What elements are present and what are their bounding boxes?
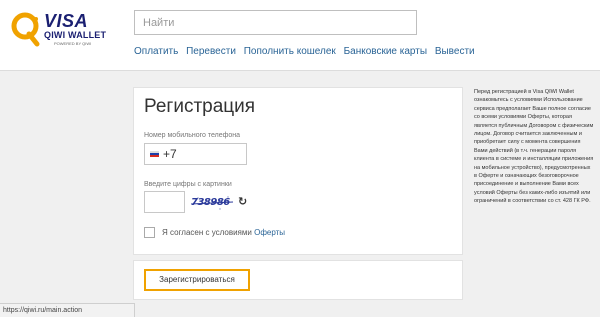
nav-top-up-link[interactable]: Пополнить кошелек (244, 46, 336, 57)
status-bar-url: https://qiwi.ru/main.action (0, 303, 135, 317)
captcha-image: 738986 (190, 192, 234, 214)
phone-field[interactable]: +7 (144, 143, 247, 165)
submit-panel: Зарегистрироваться (133, 260, 463, 300)
russia-flag-icon (150, 151, 159, 157)
agree-row: Я согласен с условиями Оферты (144, 227, 285, 238)
registration-form: Регистрация Номер мобильного телефона +7… (133, 87, 463, 255)
page-title: Регистрация (144, 96, 256, 117)
refresh-icon[interactable]: ↻ (238, 195, 247, 208)
logo-tagline: POWERED BY QIWI (54, 41, 92, 46)
site-header: VISA QIWI WALLET POWERED BY QIWI Оплатит… (0, 0, 600, 71)
captcha-input[interactable] (144, 191, 185, 213)
nav-transfer-link[interactable]: Перевести (186, 46, 236, 57)
main-nav: Оплатить Перевести Пополнить кошелек Бан… (134, 46, 480, 57)
qiwi-q-logo-icon (11, 12, 40, 47)
captcha-label: Введите цифры с картинки (144, 181, 232, 188)
nav-pay-link[interactable]: Оплатить (134, 46, 178, 57)
nav-bank-cards-link[interactable]: Банковские карты (344, 46, 427, 57)
captcha-text: 738986 (191, 197, 230, 208)
terms-text: Перед регистрацией в Visa QIWI Wallet оз… (474, 89, 594, 205)
register-button[interactable]: Зарегистрироваться (144, 269, 250, 291)
offer-link[interactable]: Оферты (254, 228, 285, 237)
phone-label: Номер мобильного телефона (144, 132, 241, 139)
visa-qiwi-wallet-logo[interactable]: VISA QIWI WALLET POWERED BY QIWI (10, 10, 130, 50)
nav-withdraw-link[interactable]: Вывести (435, 46, 475, 57)
agree-checkbox[interactable] (144, 227, 155, 238)
logo-brand-text: VISA (44, 11, 89, 31)
agree-label: Я согласен с условиями (162, 228, 252, 237)
search-input[interactable] (134, 10, 417, 35)
phone-country-code: +7 (163, 147, 177, 161)
logo-product-text: QIWI WALLET (44, 30, 107, 40)
